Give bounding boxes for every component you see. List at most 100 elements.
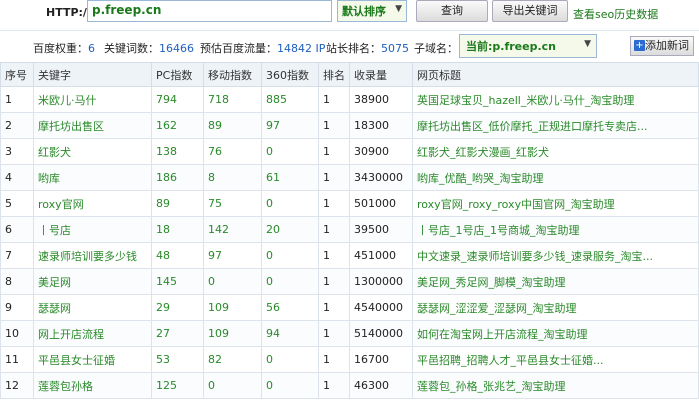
row-index: 6 — [0, 216, 34, 243]
mobile-index: 75 — [203, 190, 262, 217]
pc-index: 27 — [151, 320, 204, 347]
row-index: 11 — [0, 346, 34, 373]
keyword-link[interactable]: 摩托坊出售区 — [33, 112, 152, 139]
index-360: 0 — [261, 268, 319, 295]
row-index: 9 — [0, 294, 34, 321]
indexed-count: 451000 — [349, 242, 413, 269]
page-title-link[interactable]: 哟库_优酷_哟哭_淘宝助理 — [412, 164, 699, 191]
rank-value: 1 — [318, 372, 350, 399]
chevron-down-icon: ▼ — [584, 39, 591, 49]
keyword-link[interactable]: 丨号店 — [33, 216, 152, 243]
mobile-index: 97 — [203, 242, 262, 269]
keyword-link[interactable]: 平邑县女士征婚 — [33, 346, 152, 373]
table-row: 3 红影犬 138 76 0 1 30900 红影犬_红影犬漫画_红影犬 — [0, 138, 699, 165]
pc-index: 53 — [151, 346, 204, 373]
table-row: 2 摩托坊出售区 162 89 97 1 18300 摩托坊出售区_低价摩托_正规进口摩托专卖… — [0, 112, 699, 139]
add-keyword-button[interactable]: + 添加新词 — [630, 36, 694, 56]
pc-index: 89 — [151, 190, 204, 217]
page-title-link[interactable]: roxy官网_roxy_roxy中国官网_淘宝助理 — [412, 190, 699, 217]
row-index: 5 — [0, 190, 34, 217]
table-row: 1 米欧儿·马什 794 718 885 1 38900 英国足球宝贝_hazell_米欧儿·… — [0, 86, 699, 113]
pc-index: 48 — [151, 242, 204, 269]
query-button[interactable]: 查询 — [416, 0, 488, 22]
table-row: 12 莲蓉包孙格 125 0 0 1 46300 莲蓉包_孙格_张兆艺_淘宝助理 — [0, 372, 699, 399]
add-keyword-label: 添加新词 — [645, 39, 689, 52]
sort-select-label: 默认排序 — [342, 5, 386, 18]
indexed-count: 5140000 — [349, 320, 413, 347]
export-keywords-button[interactable]: 导出关键词 — [492, 0, 568, 22]
rank-value: 1 — [318, 138, 350, 165]
table-row: 5 roxy官网 89 75 0 1 501000 roxy官网_roxy_roxy中国官网_… — [0, 190, 699, 217]
page-title-link[interactable]: 摩托坊出售区_低价摩托_正规进口摩托专卖店... — [412, 112, 699, 139]
pc-index: 138 — [151, 138, 204, 165]
header-360-index[interactable]: 360指数 — [261, 62, 319, 87]
row-index: 12 — [0, 372, 34, 399]
indexed-count: 30900 — [349, 138, 413, 165]
table-row: 6 丨号店 18 142 20 1 39500 丨号店_1号店_1号商城_淘宝助理 — [0, 216, 699, 243]
chevron-down-icon: ▼ — [395, 4, 402, 14]
page-title-link[interactable]: 如何在淘宝网上开店流程_淘宝助理 — [412, 320, 699, 347]
pc-index: 186 — [151, 164, 204, 191]
pc-index: 18 — [151, 216, 204, 243]
rank-value: 1 — [318, 320, 350, 347]
indexed-count: 16700 — [349, 346, 413, 373]
index-360: 56 — [261, 294, 319, 321]
http-label: HTTP:// — [46, 6, 91, 19]
rank-value: 1 — [318, 216, 350, 243]
row-index: 2 — [0, 112, 34, 139]
keyword-link[interactable]: 美足网 — [33, 268, 152, 295]
indexed-count: 46300 — [349, 372, 413, 399]
indexed-count: 38900 — [349, 86, 413, 113]
keyword-link[interactable]: 哟库 — [33, 164, 152, 191]
page-title-link[interactable]: 中文速录_速录师培训要多少钱_速录服务_淘宝... — [412, 242, 699, 269]
keyword-link[interactable]: 瑟瑟网 — [33, 294, 152, 321]
mobile-index: 0 — [203, 268, 262, 295]
table-row: 8 美足网 145 0 0 1 1300000 美足网_秀足网_脚模_淘宝助理 — [0, 268, 699, 295]
toolbar: HTTP:// p.freep.cn 默认排序 ▼ 查询 导出关键词 查看seo… — [0, 0, 699, 30]
indexed-count: 501000 — [349, 190, 413, 217]
row-index: 7 — [0, 242, 34, 269]
header-indexed[interactable]: 收录量 — [349, 62, 413, 87]
keyword-link[interactable]: roxy官网 — [33, 190, 152, 217]
page-title-link[interactable]: 美足网_秀足网_脚模_淘宝助理 — [412, 268, 699, 295]
header-keyword[interactable]: 关键字 — [33, 62, 152, 87]
url-input[interactable]: p.freep.cn — [87, 0, 332, 22]
index-360: 61 — [261, 164, 319, 191]
keyword-link[interactable]: 红影犬 — [33, 138, 152, 165]
baidu-weight-label: 百度权重： — [33, 42, 88, 55]
page-title-link[interactable]: 红影犬_红影犬漫画_红影犬 — [412, 138, 699, 165]
table-row: 9 瑟瑟网 29 109 56 1 4540000 瑟瑟网_涩涩爱_涩瑟网_淘宝助理 — [0, 294, 699, 321]
page-title-link[interactable]: 瑟瑟网_涩涩爱_涩瑟网_淘宝助理 — [412, 294, 699, 321]
page-title-link[interactable]: 平邑招聘_招聘人才_平邑县女士征婚... — [412, 346, 699, 373]
keyword-link[interactable]: 网上开店流程 — [33, 320, 152, 347]
header-page-title[interactable]: 网页标题 — [412, 62, 699, 87]
mobile-index: 109 — [203, 294, 262, 321]
indexed-count: 1300000 — [349, 268, 413, 295]
mobile-index: 82 — [203, 346, 262, 373]
indexed-count: 18300 — [349, 112, 413, 139]
index-360: 0 — [261, 372, 319, 399]
header-mobile-index[interactable]: 移动指数 — [203, 62, 262, 87]
index-360: 0 — [261, 242, 319, 269]
keywords-label: 关键词数： — [104, 42, 159, 55]
header-pc-index[interactable]: PC指数 — [151, 62, 204, 87]
keywords-stat: 关键词数：16466 — [104, 40, 194, 56]
page-title-link[interactable]: 丨号店_1号店_1号商城_淘宝助理 — [412, 216, 699, 243]
header-index[interactable]: 序号 — [0, 62, 34, 87]
keyword-link[interactable]: 米欧儿·马什 — [33, 86, 152, 113]
rank-value: 1 — [318, 86, 350, 113]
sort-select[interactable]: 默认排序 ▼ — [337, 0, 407, 22]
subdomain-select[interactable]: 当前:p.freep.cn ▼ — [459, 34, 597, 58]
header-rank[interactable]: 排名 — [318, 62, 350, 87]
traffic-value: 14842 IP — [277, 42, 326, 55]
keyword-link[interactable]: 莲蓉包孙格 — [33, 372, 152, 399]
page-title-link[interactable]: 英国足球宝贝_hazell_米欧儿·马什_淘宝助理 — [412, 86, 699, 113]
keyword-link[interactable]: 速录师培训要多少钱 — [33, 242, 152, 269]
table-row: 10 网上开店流程 27 109 94 1 5140000 如何在淘宝网上开店流程_淘宝助理 — [0, 320, 699, 347]
page-title-link[interactable]: 莲蓉包_孙格_张兆艺_淘宝助理 — [412, 372, 699, 399]
keyword-table: 序号 关键字 PC指数 移动指数 360指数 排名 收录量 网页标题 1 米欧儿·… — [0, 62, 699, 399]
subdomain-label: 子域名： — [414, 42, 458, 55]
rank-label: 站长排名： — [326, 42, 381, 55]
indexed-count: 4540000 — [349, 294, 413, 321]
seo-history-link[interactable]: 查看seo历史数据 — [573, 6, 658, 22]
